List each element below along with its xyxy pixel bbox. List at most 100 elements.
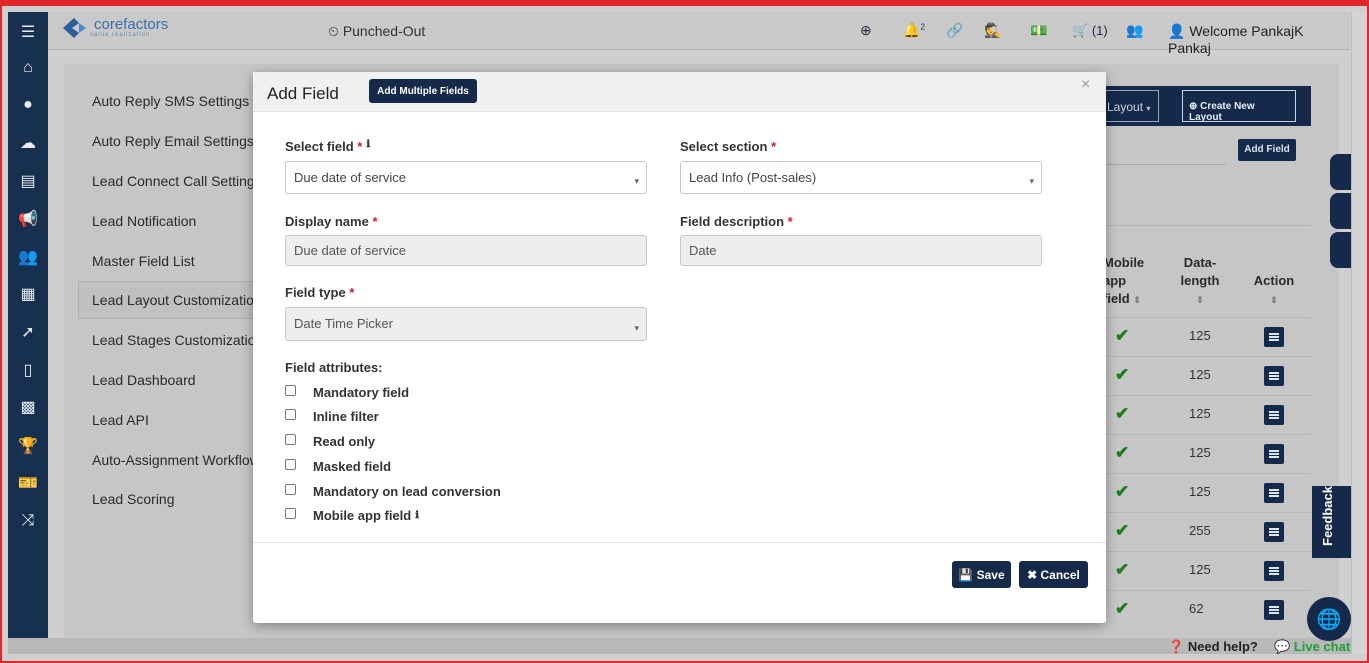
menu-item-lead-notification[interactable]: Lead Notification [92,213,196,229]
masked-field-checkbox[interactable] [285,459,296,470]
logo[interactable]: corefactors value realization [60,16,168,40]
edit-icon[interactable] [1264,366,1284,386]
hamburger-menu-icon[interactable]: ☰ [8,19,48,45]
layout-dropdown[interactable]: Layout ▾ [1102,90,1159,122]
edit-icon[interactable] [1264,561,1284,581]
close-icon: ✖ [1027,567,1038,582]
col-header-data-length[interactable]: Data-length ⇕ [1179,254,1221,309]
mobile-app-field-checkbox[interactable] [285,508,296,519]
chat-icon: 💬 [1274,639,1291,654]
select-section-dropdown[interactable]: Lead Info (Post-sales) ▾ [680,161,1042,194]
menu-item-auto-assignment[interactable]: Auto-Assignment Workflow [92,452,260,468]
read-only-option[interactable]: Read only [285,434,375,449]
add-field-modal: Add Field Add Multiple Fields × Select f… [253,72,1106,623]
col-header-action[interactable]: Action ⇕ [1249,272,1299,309]
display-name-label-text: Display name [285,214,369,229]
cancel-button[interactable]: ✖ Cancel [1019,561,1088,588]
table-icon[interactable]: ▦ [8,281,48,307]
create-layout-button[interactable]: ⊕ Create New Layout [1182,90,1296,123]
field-attributes-label: Field attributes: [285,360,383,375]
user-icon[interactable]: ● [8,92,48,118]
check-icon: ✔ [1115,404,1130,423]
select-field-value: Due date of service [294,170,407,185]
money-icon[interactable]: 💵 [1030,22,1047,39]
trophy-icon[interactable]: 🏆 [8,433,48,459]
field-description-label: Field description * [680,214,793,229]
menu-item-lead-layout[interactable]: Lead Layout Customization [92,292,262,308]
select-field-dropdown[interactable]: Due date of service ▾ [285,161,647,194]
menu-item-auto-reply-email[interactable]: Auto Reply Email Settings [92,133,254,149]
megaphone-icon[interactable]: 📢 [8,206,48,232]
field-description-field[interactable]: Date [680,235,1042,266]
edit-icon[interactable] [1264,522,1284,542]
inline-filter-option[interactable]: Inline filter [285,409,379,424]
masked-field-option[interactable]: Masked field [285,459,391,474]
add-field-button[interactable]: Add Field [1238,139,1296,161]
cart-button[interactable]: 🛒 (1) [1072,23,1108,39]
scrollbar[interactable] [1351,12,1367,654]
add-multiple-fields-button[interactable]: Add Multiple Fields [369,79,477,103]
caret-down-icon: ▾ [634,176,639,186]
mandatory-on-conversion-option[interactable]: Mandatory on lead conversion [285,484,501,499]
required-mark: * [787,214,793,229]
edit-icon[interactable] [1264,327,1284,347]
display-name-label: Display name * [285,214,378,229]
menu-item-lead-stages[interactable]: Lead Stages Customization [92,332,263,348]
cart-icon: 🛒 [1072,23,1089,38]
info-icon[interactable]: ℹ [415,510,419,521]
menu-item-lead-connect-call[interactable]: Lead Connect Call Settings [92,173,262,189]
help-link[interactable]: ❓ Need help? [1168,639,1258,655]
edit-icon[interactable] [1264,405,1284,425]
globe-icon[interactable]: 🌐 [1307,597,1351,641]
cloud-icon[interactable]: ☁ [8,130,48,156]
mandatory-field-option[interactable]: Mandatory field [285,385,409,400]
menu-item-lead-api[interactable]: Lead API [92,412,149,428]
mobile-icon[interactable]: ▯ [8,357,48,383]
field-type-dropdown[interactable]: Date Time Picker ▾ [285,307,647,341]
team-icon[interactable]: 👥 [1126,22,1143,39]
link-icon[interactable]: 🔗 [946,22,963,39]
cancel-label: Cancel [1040,567,1080,582]
menu-item-master-field-list[interactable]: Master Field List [92,253,195,269]
welcome-user[interactable]: 👤 Welcome PankajK Pankaj [1168,23,1350,56]
menu-item-auto-reply-sms[interactable]: Auto Reply SMS Settings [92,93,249,109]
edit-icon[interactable] [1264,483,1284,503]
question-icon: ❓ [1168,639,1185,654]
edit-icon[interactable] [1264,600,1284,620]
data-length-cell: 255 [1189,523,1211,538]
grid-icon[interactable]: ▩ [8,394,48,420]
sort-icon: ⇕ [1133,295,1141,305]
col-header-mobile[interactable]: Mobile app field ⇕ [1103,254,1149,309]
list-icon[interactable]: ▤ [8,168,48,194]
save-button[interactable]: 💾 Save [952,561,1011,588]
welcome-text: Welcome PankajK Pankaj [1168,23,1304,56]
shuffle-icon[interactable]: ⤨ [8,508,48,534]
download-icon[interactable]: ⊕ [860,22,872,39]
table-row: ✔ 125 [1089,551,1311,590]
punch-status[interactable]: ⏲ Punched-Out [328,23,425,40]
edit-icon[interactable] [1264,444,1284,464]
notification-icon[interactable]: 🔔2 [903,22,925,39]
required-mark: * [349,285,355,300]
mandatory-field-checkbox[interactable] [285,385,296,396]
check-icon: ✔ [1115,443,1130,462]
menu-item-lead-scoring[interactable]: Lead Scoring [92,491,175,507]
read-only-checkbox[interactable] [285,434,296,445]
info-icon[interactable]: ℹ [366,139,370,150]
check-icon: ✔ [1115,599,1130,618]
home-icon[interactable]: ⌂ [8,55,48,81]
menu-item-lead-dashboard[interactable]: Lead Dashboard [92,372,196,388]
close-icon[interactable]: × [1081,76,1090,94]
live-chat-link[interactable]: 💬 Live chat [1274,639,1350,655]
table-row: ✔ 125 [1089,317,1311,356]
mandatory-on-conversion-checkbox[interactable] [285,484,296,495]
ticket-icon[interactable]: 🎫 [8,470,48,496]
display-name-field[interactable]: Due date of service [285,235,647,266]
select-field-label-text: Select field [285,139,354,154]
inline-filter-checkbox[interactable] [285,409,296,420]
rocket-icon[interactable]: ➚ [8,319,48,345]
mobile-app-field-option[interactable]: Mobile app field ℹ [285,508,419,523]
agent-icon[interactable]: 🕵 [984,22,1001,39]
sort-icon: ⇕ [1196,295,1204,305]
users-icon[interactable]: 👥 [8,244,48,270]
